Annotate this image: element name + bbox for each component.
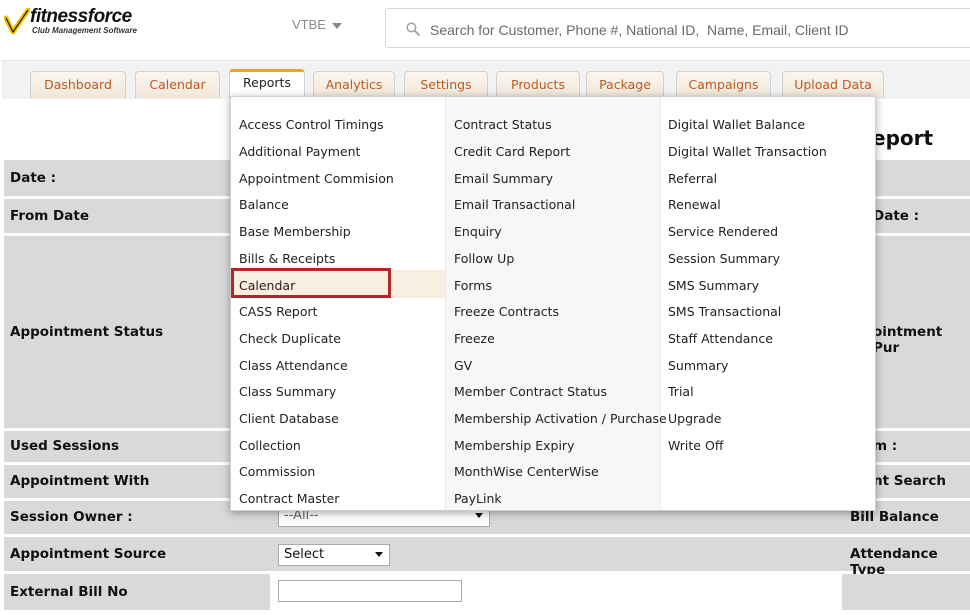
caret-down-icon [331,22,342,29]
menu-item-additional-payment[interactable]: Additional Payment [239,144,360,159]
menu-item-sms-summary[interactable]: SMS Summary [668,278,759,293]
menu-item-class-attendance[interactable]: Class Attendance [239,358,348,373]
menu-item-summary[interactable]: Summary [668,358,728,373]
menu-item-contract-status[interactable]: Contract Status [454,117,552,132]
external-bill-no-label: External Bill No [10,584,128,600]
bill-balance-label: Bill Balance [850,509,939,525]
menu-item-email-transactional[interactable]: Email Transactional [454,197,575,212]
menu-item-monthwise-centerwise[interactable]: MonthWise CenterWise [454,464,599,479]
reports-menu-column-2: Contract Status Credit Card Report Email… [445,97,667,510]
tab-settings[interactable]: Settings [404,71,488,98]
menu-item-member-contract-status[interactable]: Member Contract Status [454,384,607,399]
menu-item-membership-expiry[interactable]: Membership Expiry [454,438,574,453]
menu-item-staff-attendance[interactable]: Staff Attendance [668,331,773,346]
menu-item-cass-report[interactable]: CASS Report [239,304,318,319]
main-nav-tabs: Dashboard Calendar Reports Analytics Set… [2,60,970,99]
menu-item-forms[interactable]: Forms [454,278,492,293]
menu-item-appointment-commision[interactable]: Appointment Commision [239,171,394,186]
tab-package[interactable]: Package [586,71,664,98]
appointment-source-select[interactable]: Select [278,544,390,566]
tab-calendar[interactable]: Calendar [135,71,220,98]
menu-item-follow-up[interactable]: Follow Up [454,251,514,266]
logo-check-icon [4,8,30,35]
menu-item-credit-card-report[interactable]: Credit Card Report [454,144,570,159]
menu-item-contract-master[interactable]: Contract Master [239,491,339,506]
session-owner-label: Session Owner : [10,509,133,525]
menu-item-trial[interactable]: Trial [668,384,694,399]
chevron-down-icon [475,513,483,518]
menu-item-balance[interactable]: Balance [239,197,289,212]
appointment-purpose-label: ointment Pur [873,324,943,356]
menu-item-client-database[interactable]: Client Database [239,411,339,426]
global-search[interactable] [385,8,970,48]
menu-item-digital-wallet-balance[interactable]: Digital Wallet Balance [668,117,805,132]
reports-dropdown-menu: Access Control Timings Additional Paymen… [230,96,876,511]
tab-analytics[interactable]: Analytics [313,71,395,98]
menu-item-email-summary[interactable]: Email Summary [454,171,553,186]
tab-products[interactable]: Products [496,71,580,98]
menu-item-service-rendered[interactable]: Service Rendered [668,224,778,239]
reports-menu-column-3: Digital Wallet Balance Digital Wallet Tr… [660,97,875,510]
logo-subtitle: Club Management Software [32,26,137,35]
menu-item-paylink[interactable]: PayLink [454,491,502,506]
search-icon [406,22,420,36]
menu-item-write-off[interactable]: Write Off [668,438,723,453]
menu-item-renewal[interactable]: Renewal [668,197,721,212]
logo-text: fitnessforce [30,6,132,27]
menu-item-access-control-timings[interactable]: Access Control Timings [239,117,384,132]
menu-item-upgrade[interactable]: Upgrade [668,411,721,426]
menu-item-gv[interactable]: GV [454,358,472,373]
tab-dashboard[interactable]: Dashboard [30,71,126,98]
client-search-label: nt Search [873,473,947,489]
branch-label: VTBE [292,17,326,32]
menu-item-class-summary[interactable]: Class Summary [239,384,336,399]
to-date-label: Date : [873,208,920,224]
external-bill-no-input[interactable] [278,580,462,602]
branch-selector[interactable]: VTBE [292,17,342,32]
page-title: eport [872,126,934,150]
menu-item-commission[interactable]: Commission [239,464,315,479]
from-label: m : [873,438,898,454]
menu-item-sms-transactional[interactable]: SMS Transactional [668,304,781,319]
fitnessforce-logo[interactable]: fitnessforce Club Management Software [4,6,144,42]
menu-item-freeze[interactable]: Freeze [454,331,495,346]
appointment-source-label: Appointment Source [10,546,167,562]
menu-item-freeze-contracts[interactable]: Freeze Contracts [454,304,559,319]
menu-item-session-summary[interactable]: Session Summary [668,251,780,266]
used-sessions-label: Used Sessions [10,438,120,454]
menu-item-collection[interactable]: Collection [239,438,301,453]
appointment-source-value: Select [284,547,325,562]
menu-item-referral[interactable]: Referral [668,171,717,186]
menu-item-digital-wallet-transaction[interactable]: Digital Wallet Transaction [668,144,827,159]
menu-item-check-duplicate[interactable]: Check Duplicate [239,331,341,346]
reports-menu-column-1: Access Control Timings Additional Paymen… [231,97,445,510]
menu-item-bills-receipts[interactable]: Bills & Receipts [239,251,335,266]
chevron-down-icon [375,552,383,557]
search-input[interactable] [428,18,952,42]
from-date-label: From Date [10,208,89,224]
menu-item-base-membership[interactable]: Base Membership [239,224,351,239]
appointment-with-label: Appointment With [10,473,150,489]
appointment-status-label: Appointment Status [10,324,164,340]
date-label: Date : [10,170,57,186]
tab-reports[interactable]: Reports [229,69,305,99]
tab-campaigns[interactable]: Campaigns [676,71,771,98]
menu-item-enquiry[interactable]: Enquiry [454,224,502,239]
tab-upload-data[interactable]: Upload Data [782,71,884,98]
menu-item-membership-activation-purchase[interactable]: Membership Activation / Purchase [454,411,667,426]
calendar-highlight-annotation [231,268,391,298]
